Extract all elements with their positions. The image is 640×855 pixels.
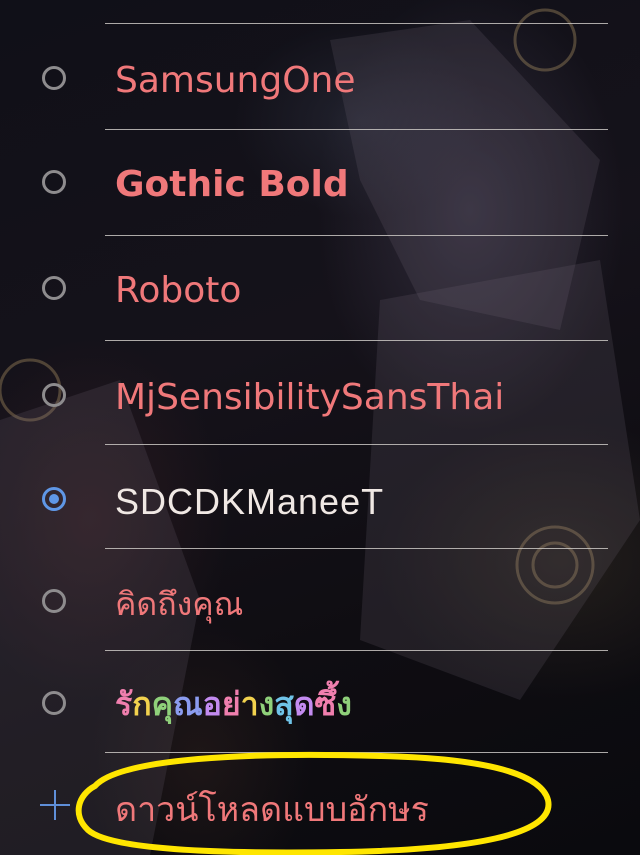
font-option-samsungone[interactable]: SamsungOne (0, 24, 640, 128)
radio-button[interactable] (42, 383, 66, 407)
radio-button-selected[interactable] (42, 487, 66, 511)
rainbow-char: ร (115, 685, 133, 723)
font-option-label: MjSensibilitySansThai (115, 377, 505, 418)
font-option-rak-khun[interactable]: รักคุณอย่างสุดซึ้ง (0, 651, 640, 755)
rainbow-char: า (240, 685, 259, 723)
rainbow-char: ง (336, 685, 352, 723)
font-option-mjsensibilitysansthai[interactable]: MjSensibilitySansThai (0, 341, 640, 445)
rainbow-char: ย (221, 685, 241, 723)
download-fonts-label[interactable]: ดาวน์โหลดแบบอักษร (115, 790, 429, 830)
radio-button[interactable] (42, 276, 66, 300)
radio-button[interactable] (42, 589, 66, 613)
plus-icon[interactable] (40, 790, 70, 820)
radio-button[interactable] (42, 691, 66, 715)
font-option-roboto[interactable]: Roboto (0, 236, 640, 340)
font-option-kid-thueng-khun[interactable]: คิดถึงคุณ (0, 549, 640, 653)
font-option-label: รักคุณอย่างสุดซึ้ง (115, 684, 352, 724)
font-option-sdcdkmaneet[interactable]: SDCDKManeeT (0, 445, 640, 549)
font-option-label: Gothic Bold (115, 164, 349, 205)
font-option-label: SamsungOne (115, 60, 356, 101)
font-option-label: Roboto (115, 270, 242, 311)
rainbow-char: ด (293, 685, 315, 723)
rainbow-char: ง (258, 685, 275, 723)
font-option-label: คิดถึงคุณ (115, 585, 244, 623)
rainbow-char: อ (202, 685, 222, 723)
rainbow-char: ส (274, 685, 294, 723)
radio-button[interactable] (42, 66, 66, 90)
font-option-label: SDCDKManeeT (115, 481, 385, 522)
rainbow-char: ณ (172, 685, 203, 723)
rainbow-char: ก (132, 685, 152, 723)
rainbow-char: ค (151, 685, 173, 723)
font-style-list: SamsungOne Gothic Bold Roboto MjSensibil… (0, 0, 640, 855)
radio-button[interactable] (42, 170, 66, 194)
font-option-gothic-bold[interactable]: Gothic Bold (0, 130, 640, 234)
rainbow-char: ซ (314, 685, 337, 723)
